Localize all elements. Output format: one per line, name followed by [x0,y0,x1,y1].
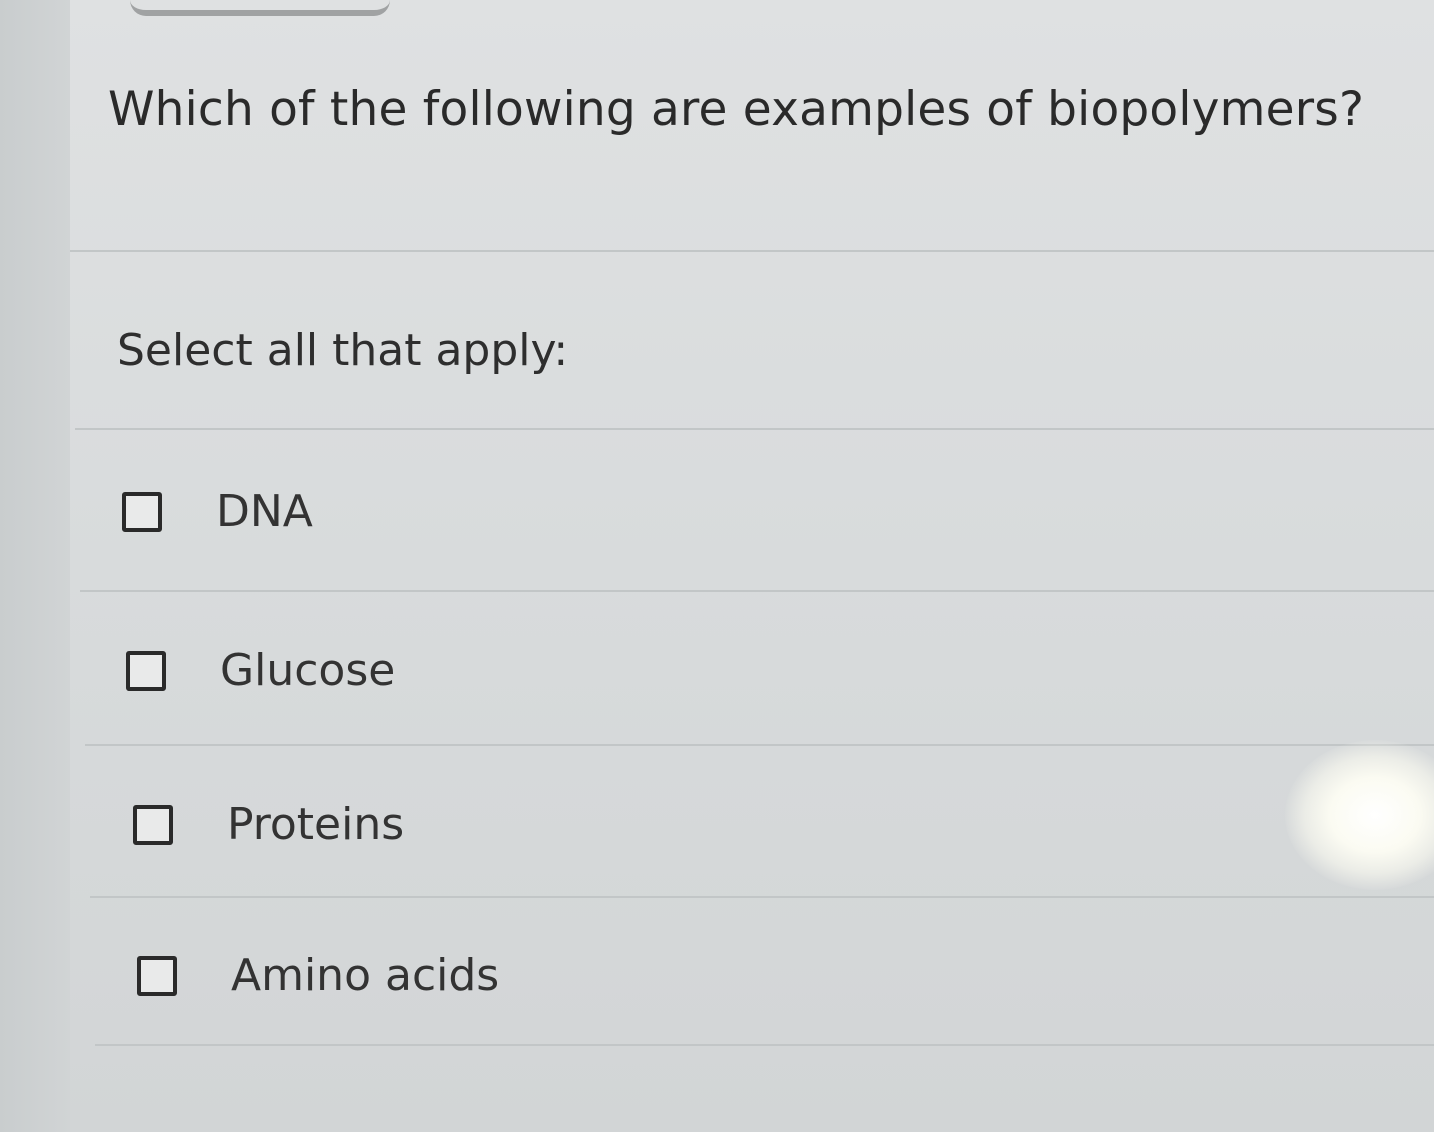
divider [90,896,1434,898]
left-gutter [0,0,71,1132]
option-glucose[interactable]: Glucose [126,645,395,696]
option-amino-acids[interactable]: Amino acids [137,950,499,1001]
checkbox[interactable] [122,491,162,532]
question-text: Which of the following are examples of b… [108,82,1365,137]
option-label: Glucose [220,645,396,696]
divider [80,590,1434,592]
option-dna[interactable]: DNA [122,486,313,537]
checkbox[interactable] [126,650,166,691]
divider [95,1044,1434,1046]
checkbox[interactable] [133,804,173,845]
divider [70,250,1434,252]
option-proteins[interactable]: Proteins [133,799,404,850]
checkbox[interactable] [137,955,177,996]
cropped-heading-remnant [130,0,390,16]
option-label: Amino acids [231,950,500,1001]
option-label: DNA [216,486,313,537]
divider [85,744,1434,746]
option-label: Proteins [227,799,405,850]
instruction-text: Select all that apply: [117,325,569,376]
divider [75,428,1434,430]
